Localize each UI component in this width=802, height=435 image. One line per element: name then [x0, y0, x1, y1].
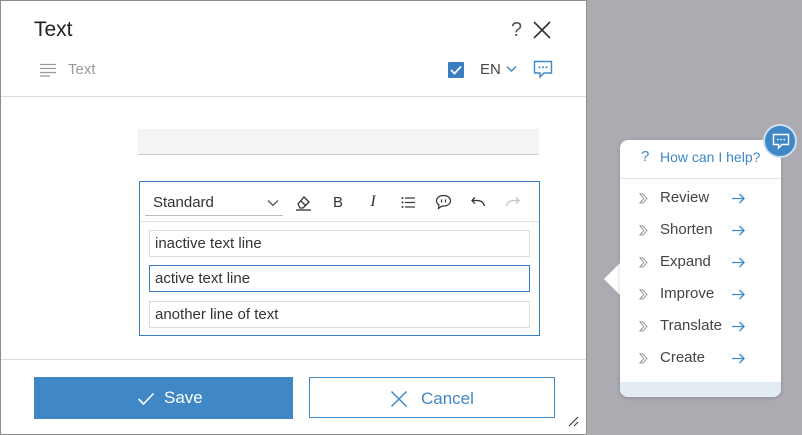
undo-button[interactable]	[468, 192, 488, 212]
chat-icon	[772, 133, 790, 150]
help-glyph: ?	[641, 148, 650, 165]
header-divider	[1, 96, 586, 97]
arrow-right-icon	[732, 289, 745, 300]
paragraph-style-value: Standard	[153, 194, 214, 211]
assistant-item-label: Shorten	[660, 221, 713, 238]
assistant-item-improve[interactable]: Improve	[620, 280, 781, 308]
save-label: Save	[164, 388, 203, 407]
editor-toolbar: Standard B I	[140, 182, 539, 222]
comment-icon	[435, 194, 451, 210]
text-line-input-active[interactable]: active text line	[149, 265, 530, 292]
assistant-item-label: Create	[660, 349, 706, 366]
text-line-input[interactable]: another line of text	[149, 301, 530, 328]
assistant-item-shorten[interactable]: Shorten	[620, 216, 781, 244]
assistant-help-label: How can I help?	[660, 149, 761, 165]
text-lines-icon	[40, 63, 56, 77]
assistant-item-label: Expand	[660, 253, 711, 270]
assistant-item-review[interactable]: Review	[620, 184, 781, 212]
list-button[interactable]	[398, 192, 418, 212]
checkmark-icon	[137, 392, 155, 406]
chevron-right-icon	[639, 353, 648, 364]
close-icon	[390, 390, 408, 408]
assistant-item-label: Review	[660, 189, 710, 206]
assistant-item-label: Translate	[660, 317, 722, 334]
eraser-icon	[295, 195, 311, 211]
checkmark-icon	[450, 65, 462, 75]
chevron-right-icon	[639, 193, 648, 204]
assistant-toggle-button[interactable]	[763, 124, 797, 158]
chevron-down-icon[interactable]	[506, 65, 517, 73]
cancel-label: Cancel	[421, 389, 474, 408]
arrow-right-icon	[732, 257, 745, 268]
redo-icon	[505, 197, 520, 207]
redo-button[interactable]	[503, 192, 523, 212]
assistant-panel: ? How can I help? Review Shorten Expand …	[620, 140, 781, 397]
chevron-right-icon	[639, 321, 648, 332]
text-line-input[interactable]: inactive text line	[149, 230, 530, 257]
italic-button[interactable]: I	[363, 192, 383, 212]
assistant-footer	[620, 382, 781, 397]
popover-arrow	[604, 262, 621, 296]
chevron-down-icon	[267, 200, 279, 207]
chat-icon[interactable]	[533, 60, 553, 79]
arrow-right-icon	[732, 321, 745, 332]
cancel-button[interactable]: Cancel	[309, 377, 555, 418]
eraser-button[interactable]	[293, 192, 313, 212]
chevron-right-icon	[639, 225, 648, 236]
assistant-item-translate[interactable]: Translate	[620, 312, 781, 340]
help-button[interactable]: ?	[511, 19, 522, 42]
chevron-right-icon	[639, 289, 648, 300]
assistant-help-link[interactable]: ? How can I help?	[620, 140, 781, 174]
close-icon[interactable]	[532, 20, 552, 40]
language-checkbox[interactable]	[448, 62, 464, 78]
arrow-right-icon	[732, 193, 745, 204]
language-selector[interactable]: EN	[480, 61, 501, 78]
bold-button[interactable]: B	[328, 192, 348, 212]
assistant-divider	[620, 178, 781, 179]
heading-field[interactable]	[138, 129, 539, 155]
text-dialog: Text ? Text EN Standard B I inactive tex…	[0, 0, 587, 435]
assistant-item-expand[interactable]: Expand	[620, 248, 781, 276]
arrow-right-icon	[732, 225, 745, 236]
dialog-title: Text	[34, 18, 73, 41]
rich-text-editor: Standard B I inactive text line active t…	[139, 181, 540, 336]
resize-grip-icon[interactable]	[567, 415, 579, 427]
footer-divider	[1, 359, 586, 360]
comment-button[interactable]	[433, 192, 453, 212]
assistant-item-label: Improve	[660, 285, 715, 302]
undo-icon	[471, 197, 486, 207]
save-button[interactable]: Save	[34, 377, 293, 419]
paragraph-style-select[interactable]: Standard	[145, 189, 283, 216]
list-icon	[401, 196, 415, 208]
subtitle-label: Text	[68, 61, 96, 78]
assistant-item-create[interactable]: Create	[620, 344, 781, 372]
chevron-right-icon	[639, 257, 648, 268]
arrow-right-icon	[732, 353, 745, 364]
